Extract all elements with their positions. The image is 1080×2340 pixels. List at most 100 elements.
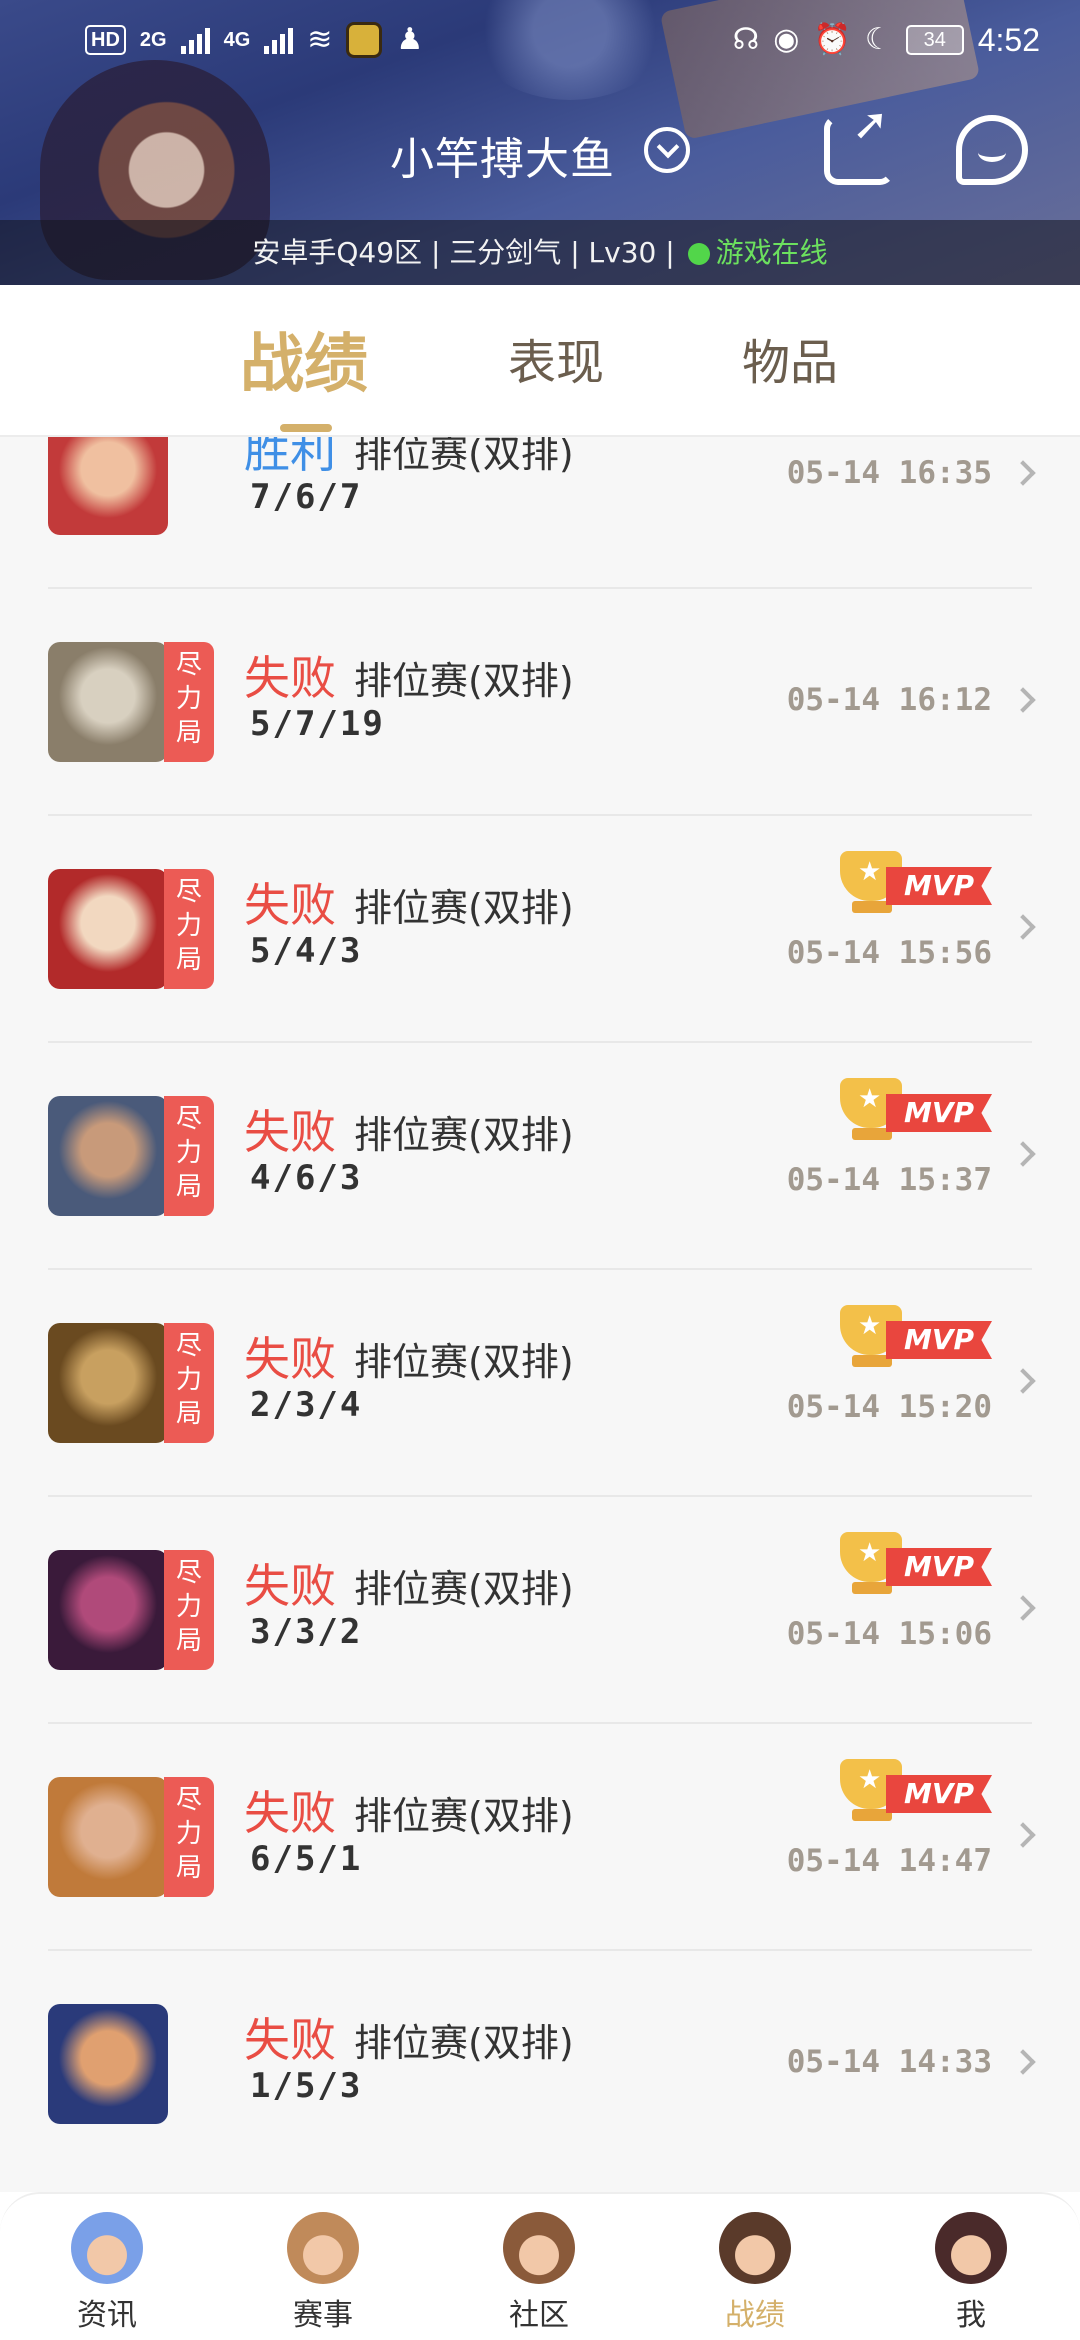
- match-list[interactable]: 胜利 排位赛(双排) 7/6/7 05-14 16:35 尽力局 失败 排位赛(…: [0, 437, 1080, 2192]
- nav-label: 社区: [509, 2298, 569, 2333]
- match-kda: 3/3/2: [250, 1612, 363, 1652]
- mvp-badge: MVP: [840, 1078, 992, 1142]
- online-dot-icon: [687, 243, 710, 265]
- match-result: 失败: [244, 878, 336, 932]
- nav-item-3[interactable]: 社区: [464, 2212, 614, 2336]
- match-row[interactable]: 尽力局 失败 排位赛(双排) 4/6/3 MVP 05-14 15:37: [48, 1043, 1036, 1270]
- chevron-right-icon[interactable]: [1010, 460, 1036, 486]
- match-result: 失败: [244, 1559, 336, 1613]
- wifi-icon: ≋: [307, 23, 333, 56]
- match-mode: 排位赛(双排): [354, 2021, 574, 2065]
- chevron-down-icon[interactable]: [644, 127, 690, 173]
- hd-indicator: HD: [85, 25, 126, 55]
- hero-avatar: [48, 642, 168, 762]
- match-row[interactable]: 失败 排位赛(双排) 1/5/3 05-14 14:33: [48, 1951, 1036, 2178]
- match-result: 胜利: [244, 437, 336, 478]
- network-4g-label: 4G: [223, 28, 251, 51]
- player-name[interactable]: 小竿搏大鱼: [390, 123, 615, 187]
- match-kda: 7/6/7: [250, 477, 363, 517]
- match-row[interactable]: 尽力局 失败 排位赛(双排) 2/3/4 MVP 05-14 15:20: [48, 1270, 1036, 1497]
- chevron-right-icon[interactable]: [1010, 914, 1036, 940]
- match-time: 05-14 16:35: [786, 455, 992, 491]
- match-row[interactable]: 胜利 排位赛(双排) 7/6/7 05-14 16:35: [48, 437, 1036, 589]
- mvp-badge: MVP: [840, 851, 992, 915]
- match-kda: 1/5/3: [250, 2066, 363, 2106]
- tab-bar: 战绩 表现 物品: [0, 285, 1080, 437]
- mvp-badge: MVP: [840, 1759, 992, 1823]
- app-notification-icon: [346, 22, 383, 58]
- online-status: 游戏在线: [715, 236, 828, 269]
- mvp-label: MVP: [886, 1321, 992, 1359]
- network-2g-label: 2G: [139, 28, 167, 51]
- nav-label: 战绩: [725, 2298, 785, 2333]
- match-result: 失败: [244, 1105, 336, 1159]
- tab-performance[interactable]: 表现: [508, 323, 604, 393]
- match-time: 05-14 14:47: [786, 1843, 992, 1879]
- nav-item-2[interactable]: 赛事: [248, 2212, 398, 2336]
- match-kda: 5/4/3: [250, 931, 363, 971]
- best-effort-badge: 尽力局: [164, 1777, 214, 1897]
- best-effort-badge: 尽力局: [164, 1096, 214, 1216]
- status-left: HD 2G 4G ≋ ♟: [85, 22, 423, 58]
- chevron-right-icon[interactable]: [1010, 1368, 1036, 1394]
- chevron-right-icon[interactable]: [1010, 1141, 1036, 1167]
- news-character-icon: [71, 2212, 143, 2284]
- match-mode: 排位赛(双排): [354, 659, 574, 703]
- status-right: ☊ ◉ ⏰ ☾ 34 4:52: [733, 22, 1040, 59]
- match-mode: 排位赛(双排): [354, 1794, 574, 1838]
- match-time: 05-14 15:37: [786, 1162, 992, 1198]
- alarm-icon: ⏰: [813, 23, 851, 56]
- chat-icon[interactable]: [956, 115, 1028, 185]
- bottom-nav: 资讯 赛事 社区 战绩 我: [0, 2192, 1080, 2340]
- clock: 4:52: [977, 21, 1040, 58]
- community-character-icon: [503, 2212, 575, 2284]
- match-row[interactable]: 尽力局 失败 排位赛(双排) 6/5/1 MVP 05-14 14:47: [48, 1724, 1036, 1951]
- nav-item-5[interactable]: 我: [896, 2212, 1046, 2336]
- nav-item-1[interactable]: 资讯: [32, 2212, 182, 2336]
- hero-avatar: [48, 2004, 168, 2124]
- signal-icon-2: [264, 26, 294, 54]
- match-mode: 排位赛(双排): [354, 1340, 574, 1384]
- match-time: 05-14 15:20: [786, 1389, 992, 1425]
- status-bar: HD 2G 4G ≋ ♟ ☊ ◉ ⏰ ☾ 34 4:52: [0, 0, 1080, 80]
- hero-avatar: [48, 437, 168, 535]
- signal-icon: [180, 26, 210, 54]
- match-mode: 排位赛(双排): [354, 886, 574, 930]
- match-time: 05-14 15:56: [786, 935, 992, 971]
- match-time: 05-14 15:06: [786, 1616, 992, 1652]
- moon-icon: ☾: [864, 23, 892, 56]
- hero-avatar: [48, 1096, 168, 1216]
- hero-avatar: [48, 1323, 168, 1443]
- me-character-icon: [935, 2212, 1007, 2284]
- best-effort-badge: 尽力局: [164, 1323, 214, 1443]
- chevron-right-icon[interactable]: [1010, 687, 1036, 713]
- mvp-label: MVP: [886, 1548, 992, 1586]
- tab-items[interactable]: 物品: [742, 323, 838, 393]
- match-row[interactable]: 尽力局 失败 排位赛(双排) 3/3/2 MVP 05-14 15:06: [48, 1497, 1036, 1724]
- chevron-right-icon[interactable]: [1010, 2049, 1036, 2075]
- nav-label: 我: [956, 2298, 986, 2333]
- share-icon[interactable]: [824, 99, 894, 185]
- match-row[interactable]: 尽力局 失败 排位赛(双排) 5/7/19 05-14 16:12: [48, 589, 1036, 816]
- mvp-badge: MVP: [840, 1305, 992, 1369]
- nav-item-4[interactable]: 战绩: [680, 2212, 830, 2336]
- server-info: 安卓手Q49区 | 三分剑气 | Lv30 | 游戏在线: [0, 228, 1080, 278]
- nav-label: 赛事: [293, 2298, 353, 2333]
- match-result: 失败: [244, 2013, 336, 2067]
- chevron-right-icon[interactable]: [1010, 1822, 1036, 1848]
- match-kda: 5/7/19: [250, 704, 385, 744]
- match-mode: 排位赛(双排): [354, 1567, 574, 1611]
- mvp-label: MVP: [886, 1775, 992, 1813]
- match-result: 失败: [244, 651, 336, 705]
- match-time: 05-14 16:12: [786, 682, 992, 718]
- match-kda: 6/5/1: [250, 1839, 363, 1879]
- tab-record[interactable]: 战绩: [240, 313, 368, 405]
- mvp-label: MVP: [886, 867, 992, 905]
- battery-icon: 34: [905, 25, 964, 55]
- events-character-icon: [287, 2212, 359, 2284]
- match-result: 失败: [244, 1332, 336, 1386]
- chevron-right-icon[interactable]: [1010, 1595, 1036, 1621]
- hero-avatar: [48, 869, 168, 989]
- match-row[interactable]: 尽力局 失败 排位赛(双排) 5/4/3 MVP 05-14 15:56: [48, 816, 1036, 1043]
- match-mode: 排位赛(双排): [354, 437, 574, 476]
